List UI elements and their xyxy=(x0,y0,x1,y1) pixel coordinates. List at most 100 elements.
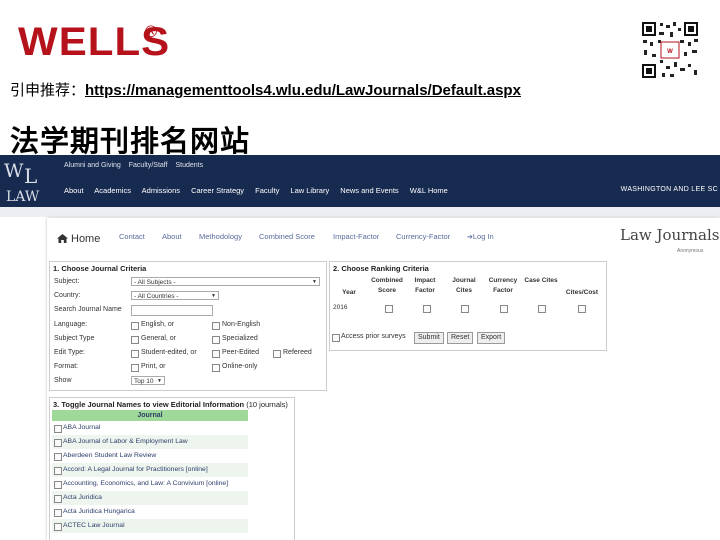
journal-cites-checkbox[interactable] xyxy=(461,305,469,313)
submit-button[interactable]: Submit xyxy=(414,332,444,344)
journal-checkbox[interactable] xyxy=(54,509,62,517)
journal-name[interactable]: ABA Journal xyxy=(63,421,100,435)
subject-select[interactable]: - All Subjects - ▼ xyxy=(131,277,320,286)
english-checkbox[interactable] xyxy=(131,322,139,330)
col-impact-factor: Impact Factor xyxy=(414,277,436,294)
subject-type-label: Subject Type xyxy=(54,335,95,342)
show-select[interactable]: Top 10 ▼ xyxy=(131,376,165,385)
nav-combined-score[interactable]: Combined Score xyxy=(259,232,315,241)
show-value: Top 10 xyxy=(134,378,154,385)
impact-factor-checkbox[interactable] xyxy=(423,305,431,313)
nav-news-events[interactable]: News and Events xyxy=(340,186,398,195)
site-header: W L LAW Alumni and Giving Faculty/Staff … xyxy=(0,155,720,207)
case-cites-checkbox[interactable] xyxy=(538,305,546,313)
journals-heading-text: 3. Toggle Journal Names to view Editoria… xyxy=(53,400,245,409)
nav-impact-factor[interactable]: Impact-Factor xyxy=(333,232,379,241)
journal-checkbox[interactable] xyxy=(54,523,62,531)
nav-wl-home[interactable]: W&L Home xyxy=(410,186,448,195)
student-edited-checkbox[interactable] xyxy=(131,350,139,358)
nav-about[interactable]: About xyxy=(64,186,84,195)
util-faculty-staff[interactable]: Faculty/Staff xyxy=(129,162,168,169)
peer-edited-label: Peer-Edited xyxy=(222,349,259,356)
recommend-link[interactable]: https://managementtools4.wlu.edu/LawJour… xyxy=(85,82,521,99)
journal-list-box: 3. Toggle Journal Names to view Editoria… xyxy=(49,397,295,540)
journal-checkbox[interactable] xyxy=(54,481,62,489)
wl-law-logo[interactable]: W L LAW xyxy=(2,157,54,205)
journal-checkbox[interactable] xyxy=(54,453,62,461)
reset-button[interactable]: Reset xyxy=(447,332,474,344)
nav-law-library[interactable]: Law Library xyxy=(290,186,329,195)
nav-currency-factor[interactable]: Currency-Factor xyxy=(396,232,450,241)
journal-name[interactable]: ACTEC Law Journal xyxy=(63,519,125,533)
journals-count: (10 journals) xyxy=(246,400,288,409)
access-prior-label: Access prior surveys xyxy=(341,333,406,340)
export-button[interactable]: Export xyxy=(477,332,506,344)
year-value: 2016 xyxy=(333,304,348,311)
user-status: Anonymous xyxy=(677,248,704,254)
nav-career-strategy[interactable]: Career Strategy xyxy=(191,186,244,195)
english-label: English, or xyxy=(141,321,175,328)
peer-edited-checkbox[interactable] xyxy=(212,350,220,358)
format-label: Format: xyxy=(54,363,79,370)
country-select[interactable]: - All Countries - ▼ xyxy=(131,291,219,300)
journal-row[interactable]: Acta Juridica xyxy=(52,491,248,505)
online-only-label: Online-only xyxy=(222,363,258,370)
journal-row[interactable]: Accounting, Economics, and Law: A Conviv… xyxy=(52,477,248,491)
journal-name[interactable]: Acta Juridica Hungarica xyxy=(63,505,135,519)
journal-checkbox[interactable] xyxy=(54,425,62,433)
search-label: Search Journal Name xyxy=(54,306,122,313)
print-label: Print, or xyxy=(141,363,166,370)
journal-name[interactable]: Accounting, Economics, and Law: A Conviv… xyxy=(63,477,228,491)
nav-faculty[interactable]: Faculty xyxy=(255,186,279,195)
university-name[interactable]: WASHINGTON AND LEE SC xyxy=(621,186,718,193)
nav-admissions[interactable]: Admissions xyxy=(142,186,180,195)
print-checkbox[interactable] xyxy=(131,364,139,372)
journal-criteria-box: 1. Choose Journal Criteria Subject: - Al… xyxy=(49,261,327,391)
utility-links: Alumni and Giving Faculty/Staff Students xyxy=(64,162,209,169)
util-alumni[interactable]: Alumni and Giving xyxy=(64,162,121,169)
nav-academics[interactable]: Academics xyxy=(94,186,131,195)
util-students[interactable]: Students xyxy=(176,162,204,169)
specialized-checkbox[interactable] xyxy=(212,336,220,344)
journal-name[interactable]: Aberdeen Student Law Review xyxy=(63,449,156,463)
nav-methodology[interactable]: Methodology xyxy=(199,232,242,241)
journal-row[interactable]: Acta Juridica Hungarica xyxy=(52,505,248,519)
journal-row[interactable]: Accord: A Legal Journal for Practitioner… xyxy=(52,463,248,477)
home-label: Home xyxy=(71,233,101,245)
col-cites-cost: Cites/Cost xyxy=(565,289,599,296)
student-edited-label: Student-edited, or xyxy=(141,349,197,356)
law-journals-panel: Home Contact About Methodology Combined … xyxy=(47,218,720,540)
journal-name[interactable]: ABA Journal of Labor & Employment Law xyxy=(63,435,188,449)
journal-checkbox[interactable] xyxy=(54,467,62,475)
nav-about-site[interactable]: About xyxy=(162,232,182,241)
journal-name[interactable]: Accord: A Legal Journal for Practitioner… xyxy=(63,463,208,477)
login-label: Log In xyxy=(472,232,494,241)
login-link[interactable]: ➔Log In xyxy=(467,232,494,241)
journal-row[interactable]: ABA Journal xyxy=(52,421,248,435)
combined-score-checkbox[interactable] xyxy=(385,305,393,313)
slide-title: 法学期刊排名网站 xyxy=(10,124,251,158)
general-checkbox[interactable] xyxy=(131,336,139,344)
cites-cost-checkbox[interactable] xyxy=(578,305,586,313)
journal-row[interactable]: ACTEC Law Journal xyxy=(52,519,248,533)
non-english-checkbox[interactable] xyxy=(212,322,220,330)
nav-contact[interactable]: Contact xyxy=(119,232,145,241)
journal-checkbox[interactable] xyxy=(54,495,62,503)
wl-law-logo-icon: W L LAW xyxy=(4,160,40,205)
access-prior-checkbox[interactable] xyxy=(332,334,340,342)
journal-row[interactable]: ABA Journal of Labor & Employment Law xyxy=(52,435,248,449)
home-link[interactable]: Home xyxy=(57,233,100,245)
journal-checkbox[interactable] xyxy=(54,439,62,447)
refereed-checkbox[interactable] xyxy=(273,350,281,358)
chevron-down-icon: ▼ xyxy=(157,378,162,384)
search-input[interactable] xyxy=(131,305,213,316)
online-only-checkbox[interactable] xyxy=(212,364,220,372)
journal-name[interactable]: Acta Juridica xyxy=(63,491,102,505)
journal-row[interactable]: Aberdeen Student Law Review xyxy=(52,449,248,463)
currency-factor-checkbox[interactable] xyxy=(500,305,508,313)
subject-label: Subject: xyxy=(54,278,80,285)
journal-column-header: Journal xyxy=(52,410,248,421)
svg-text:W: W xyxy=(667,49,673,55)
main-nav: About Academics Admissions Career Strate… xyxy=(64,186,457,195)
refereed-label: Refereed xyxy=(283,349,312,356)
